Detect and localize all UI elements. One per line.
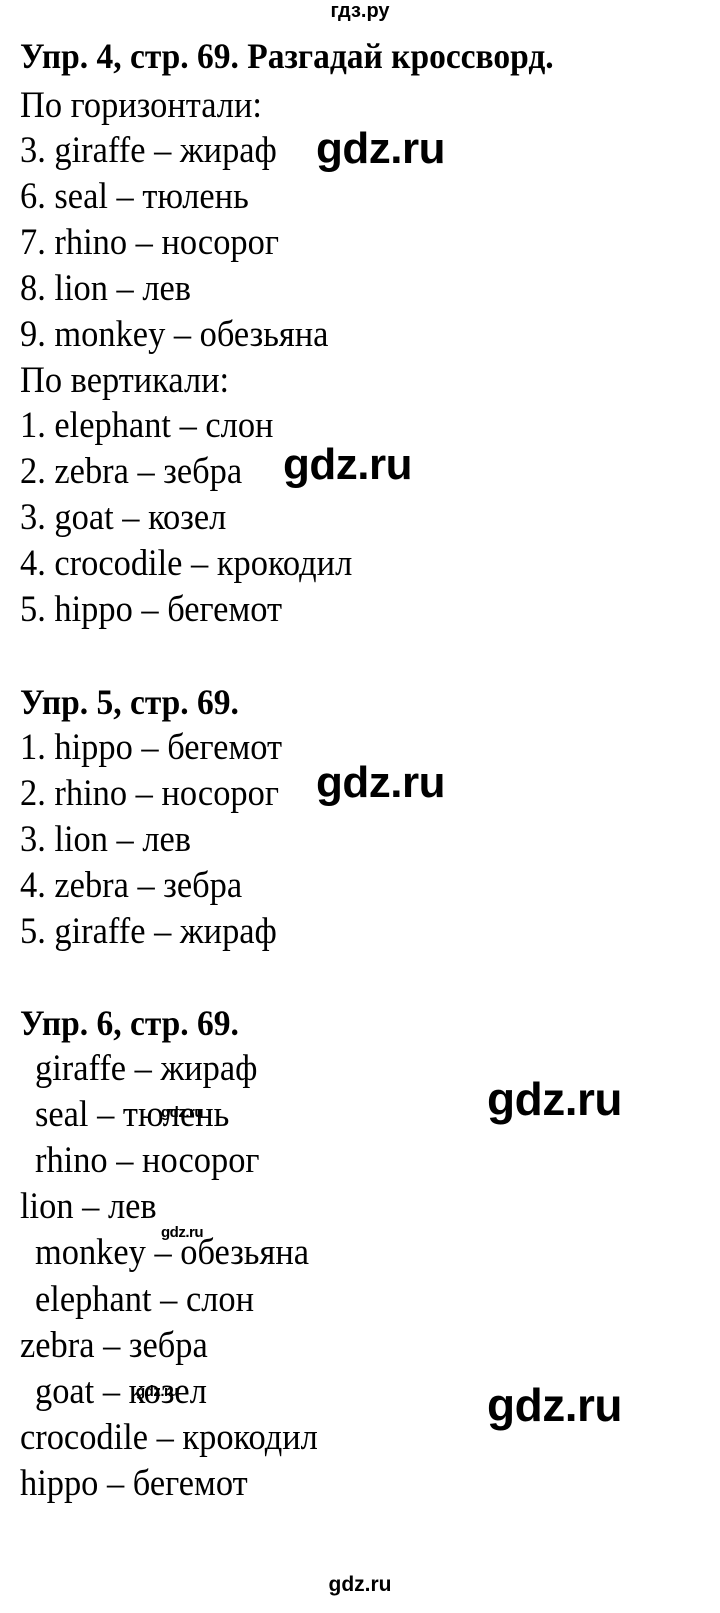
exercise-5-heading: Упр. 5, стр. 69.	[20, 682, 239, 722]
exercise-4-across-item-3: 7. rhino – носорог	[20, 222, 279, 263]
exercise-5-item-1: 1. hippo – бегемот	[20, 727, 283, 768]
gdz-watermark-large-3: gdz.ru	[316, 758, 445, 807]
answer-page: гдз.ру Упр. 4, стр. 69. Разгадай кроссво…	[0, 0, 720, 1613]
exercise-4-down-item-5: 5. hippo – бегемот	[20, 589, 283, 630]
exercise-6-item-7: zebra – зебра	[20, 1325, 208, 1366]
exercise-4-across-label: По горизонтали:	[20, 85, 262, 126]
exercise-4-across-item-1: 3. giraffe – жираф	[20, 130, 277, 171]
exercise-6-item-4: lion – лев	[20, 1186, 157, 1227]
gdz-watermark-large-4: gdz.ru	[487, 1073, 622, 1125]
exercise-4-down-item-1: 1. elephant – слон	[20, 405, 274, 446]
exercise-4-down-item-2: 2. zebra – зебра	[20, 451, 243, 492]
site-watermark-top: гдз.ру	[330, 0, 390, 22]
exercise-4-across-item-2: 6. seal – тюлень	[20, 176, 249, 217]
exercise-5-item-3: 3. lion – лев	[20, 819, 192, 860]
exercise-4-down-label: По вертикали:	[20, 360, 230, 401]
exercise-4-heading: Упр. 4, стр. 69. Разгадай кроссворд.	[20, 36, 554, 76]
site-watermark-bottom: gdz.ru	[328, 1573, 392, 1596]
exercise-5-item-4: 4. zebra – зебра	[20, 865, 243, 906]
exercise-6-item-9: crocodile – крокодил	[20, 1417, 318, 1458]
gdz-watermark-large-2: gdz.ru	[283, 440, 412, 489]
exercise-5-item-5: 5. giraffe – жираф	[20, 911, 277, 952]
exercise-6-item-2: seal – тюлень	[35, 1094, 230, 1135]
exercise-6-item-1: giraffe – жираф	[35, 1048, 258, 1089]
exercise-6-heading: Упр. 6, стр. 69.	[20, 1003, 239, 1043]
exercise-6-item-6: elephant – слон	[35, 1279, 255, 1320]
exercise-4-down-item-3: 3. goat – козел	[20, 497, 227, 538]
exercise-4-across-item-5: 9. monkey – обезьяна	[20, 314, 329, 355]
gdz-watermark-large-5: gdz.ru	[487, 1379, 622, 1431]
exercise-6-item-5: monkey – обезьяна	[35, 1232, 310, 1273]
exercise-4-across-item-4: 8. lion – лев	[20, 268, 192, 309]
exercise-5-item-2: 2. rhino – носорог	[20, 773, 279, 814]
exercise-6-item-3: rhino – носорог	[35, 1140, 260, 1181]
exercise-6-item-10: hippo – бегемот	[20, 1463, 248, 1504]
gdz-watermark-large-1: gdz.ru	[316, 124, 445, 173]
exercise-4-down-item-4: 4. crocodile – крокодил	[20, 543, 353, 584]
exercise-6-item-8: goat – козел	[35, 1371, 207, 1412]
